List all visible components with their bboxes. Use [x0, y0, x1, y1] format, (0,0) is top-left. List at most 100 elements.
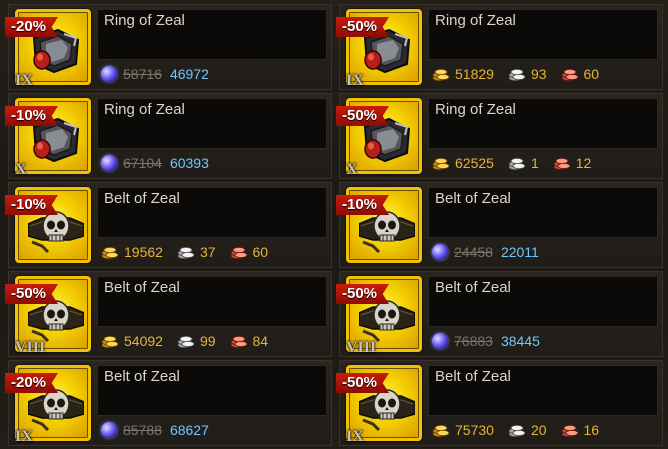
discount-badge: -10% — [336, 195, 390, 215]
item-name: Belt of Zeal — [104, 190, 180, 207]
shop-item-card[interactable]: -10% Belt of Zeal 19562 37 60 — [5, 182, 332, 268]
shop-item-card[interactable]: -10% Belt of Zeal 24458 22011 — [336, 182, 663, 268]
item-name-box: Belt of Zeal — [428, 187, 658, 238]
discounted-price: 22011 — [500, 244, 539, 260]
item-name-box: Ring of Zeal — [97, 9, 327, 60]
item-name-box: Belt of Zeal — [97, 276, 327, 327]
tier-label: VIII — [15, 339, 46, 356]
silver-coins-icon — [508, 158, 526, 170]
discounted-price: 68627 — [169, 422, 209, 438]
silver-price: 93 — [530, 66, 547, 82]
item-name-box: Belt of Zeal — [428, 276, 658, 327]
discount-badge: -50% — [336, 106, 390, 126]
item-name-box: Belt of Zeal — [428, 365, 658, 416]
tier-label: IX — [15, 428, 33, 445]
silver-price: 20 — [530, 422, 547, 438]
shop-item-card[interactable]: -50% VIII Belt of Zeal 54092 99 84 — [5, 271, 332, 357]
discount-badge: -10% — [5, 106, 59, 126]
silver-coins-icon — [177, 336, 195, 348]
price-row: 85788 68627 — [101, 419, 209, 441]
shop-grid: -20% IX Ring of Zeal 58716 46972 -50% IX… — [0, 0, 668, 449]
item-name: Belt of Zeal — [104, 279, 180, 296]
discounted-price: 46972 — [169, 66, 209, 82]
item-name: Belt of Zeal — [435, 279, 511, 296]
discount-badge: -50% — [336, 373, 390, 393]
tier-label: X — [15, 161, 27, 178]
copper-price: 84 — [252, 333, 269, 349]
copper-coins-icon — [561, 69, 578, 81]
copper-price: 12 — [575, 155, 592, 171]
silver-price: 37 — [199, 244, 216, 260]
discount-badge: -50% — [336, 17, 390, 37]
gold-coins-icon — [432, 425, 450, 437]
silver-price: 99 — [199, 333, 216, 349]
item-name: Belt of Zeal — [104, 368, 180, 385]
price-row: 76883 38445 — [432, 330, 540, 352]
item-name-box: Ring of Zeal — [428, 9, 658, 60]
tier-label: IX — [346, 428, 364, 445]
gold-price: 51829 — [455, 66, 494, 82]
discounted-price: 60393 — [169, 155, 209, 171]
gold-price: 75730 — [455, 422, 494, 438]
gold-coins-icon — [432, 158, 450, 170]
shop-item-card[interactable]: -50% VIII Belt of Zeal 76883 38445 — [336, 271, 663, 357]
sapphire-gem-icon — [101, 155, 117, 171]
item-name: Ring of Zeal — [435, 101, 516, 118]
gold-price: 54092 — [124, 333, 163, 349]
price-row: 51829 93 60 — [432, 63, 599, 85]
silver-price: 1 — [530, 155, 539, 171]
sapphire-gem-icon — [101, 422, 117, 438]
discount-badge: -50% — [336, 284, 390, 304]
original-price: 24458 — [454, 244, 493, 260]
price-row: 67104 60393 — [101, 152, 209, 174]
copper-coins-icon — [230, 336, 247, 348]
price-row: 75730 20 16 — [432, 419, 599, 441]
copper-price: 60 — [252, 244, 269, 260]
tier-label: IX — [346, 72, 364, 89]
shop-item-card[interactable]: -10% X Ring of Zeal 67104 60393 — [5, 93, 332, 179]
tier-label: X — [346, 161, 358, 178]
item-name-box: Belt of Zeal — [97, 365, 327, 416]
price-row: 62525 1 12 — [432, 152, 591, 174]
original-price: 67104 — [123, 155, 162, 171]
item-name: Ring of Zeal — [104, 12, 185, 29]
original-price: 85788 — [123, 422, 162, 438]
item-name-box: Ring of Zeal — [97, 98, 327, 149]
copper-coins-icon — [561, 425, 578, 437]
item-name-box: Belt of Zeal — [97, 187, 327, 238]
shop-item-card[interactable]: -20% IX Belt of Zeal 85788 68627 — [5, 360, 332, 446]
shop-item-card[interactable]: -50% X Ring of Zeal 62525 1 12 — [336, 93, 663, 179]
shop-item-card[interactable]: -20% IX Ring of Zeal 58716 46972 — [5, 4, 332, 90]
discount-badge: -20% — [5, 17, 59, 37]
gold-coins-icon — [101, 336, 119, 348]
discounted-price: 38445 — [500, 333, 540, 349]
item-name: Belt of Zeal — [435, 190, 511, 207]
price-row: 24458 22011 — [432, 241, 539, 263]
item-name: Ring of Zeal — [435, 12, 516, 29]
price-row: 54092 99 84 — [101, 330, 268, 352]
gold-price: 19562 — [124, 244, 163, 260]
discount-badge: -50% — [5, 284, 59, 304]
item-name-box: Ring of Zeal — [428, 98, 658, 149]
item-name: Ring of Zeal — [104, 101, 185, 118]
copper-price: 60 — [583, 66, 600, 82]
tier-label: VIII — [346, 339, 377, 356]
shop-item-card[interactable]: -50% IX Belt of Zeal 75730 20 16 — [336, 360, 663, 446]
sapphire-gem-icon — [432, 333, 448, 349]
sapphire-gem-icon — [101, 66, 117, 82]
tier-label: IX — [15, 72, 33, 89]
item-name: Belt of Zeal — [435, 368, 511, 385]
silver-coins-icon — [508, 69, 526, 81]
silver-coins-icon — [508, 425, 526, 437]
copper-price: 16 — [583, 422, 600, 438]
copper-coins-icon — [553, 158, 571, 170]
sapphire-gem-icon — [432, 244, 448, 260]
gold-coins-icon — [432, 69, 450, 81]
shop-item-card[interactable]: -50% IX Ring of Zeal 51829 93 60 — [336, 4, 663, 90]
silver-coins-icon — [177, 247, 195, 259]
discount-badge: -20% — [5, 373, 59, 393]
copper-coins-icon — [230, 247, 247, 259]
gold-coins-icon — [101, 247, 119, 259]
price-row: 19562 37 60 — [101, 241, 268, 263]
price-row: 58716 46972 — [101, 63, 209, 85]
